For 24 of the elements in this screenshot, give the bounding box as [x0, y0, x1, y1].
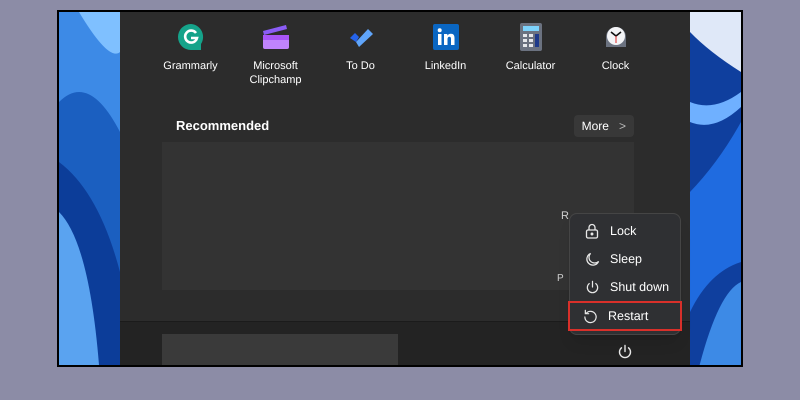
lock-icon — [585, 223, 599, 239]
menu-item[interactable]: Sleep — [570, 245, 680, 273]
file-name: R — [561, 209, 569, 224]
g-letter-icon — [176, 23, 204, 51]
app-tile[interactable]: Clock — [573, 22, 658, 110]
calculator-icon — [520, 23, 542, 51]
clapperboard-icon — [260, 23, 290, 51]
app-tile[interactable]: Microsoft Clipchamp — [233, 22, 318, 110]
app-tile[interactable]: LinkedIn — [403, 22, 488, 110]
menu-item[interactable]: Shut down — [570, 273, 680, 301]
moon-icon — [584, 252, 600, 266]
more-button[interactable]: More > — [574, 115, 634, 137]
app-tile[interactable]: To Do — [318, 22, 403, 110]
section-heading: Recommended — [176, 117, 270, 136]
file-time: P — [557, 272, 564, 286]
app-tile[interactable]: Grammarly — [148, 22, 233, 110]
linkedin-icon — [432, 24, 458, 50]
app-tile[interactable]: Calculator — [488, 22, 573, 110]
menu-item[interactable]: Restart — [568, 301, 682, 331]
power-icon[interactable] — [617, 344, 633, 360]
menu-item[interactable]: Lock — [570, 217, 680, 245]
power-icon — [584, 280, 600, 294]
checkmark-icon — [348, 26, 374, 48]
restart-icon — [582, 308, 598, 324]
